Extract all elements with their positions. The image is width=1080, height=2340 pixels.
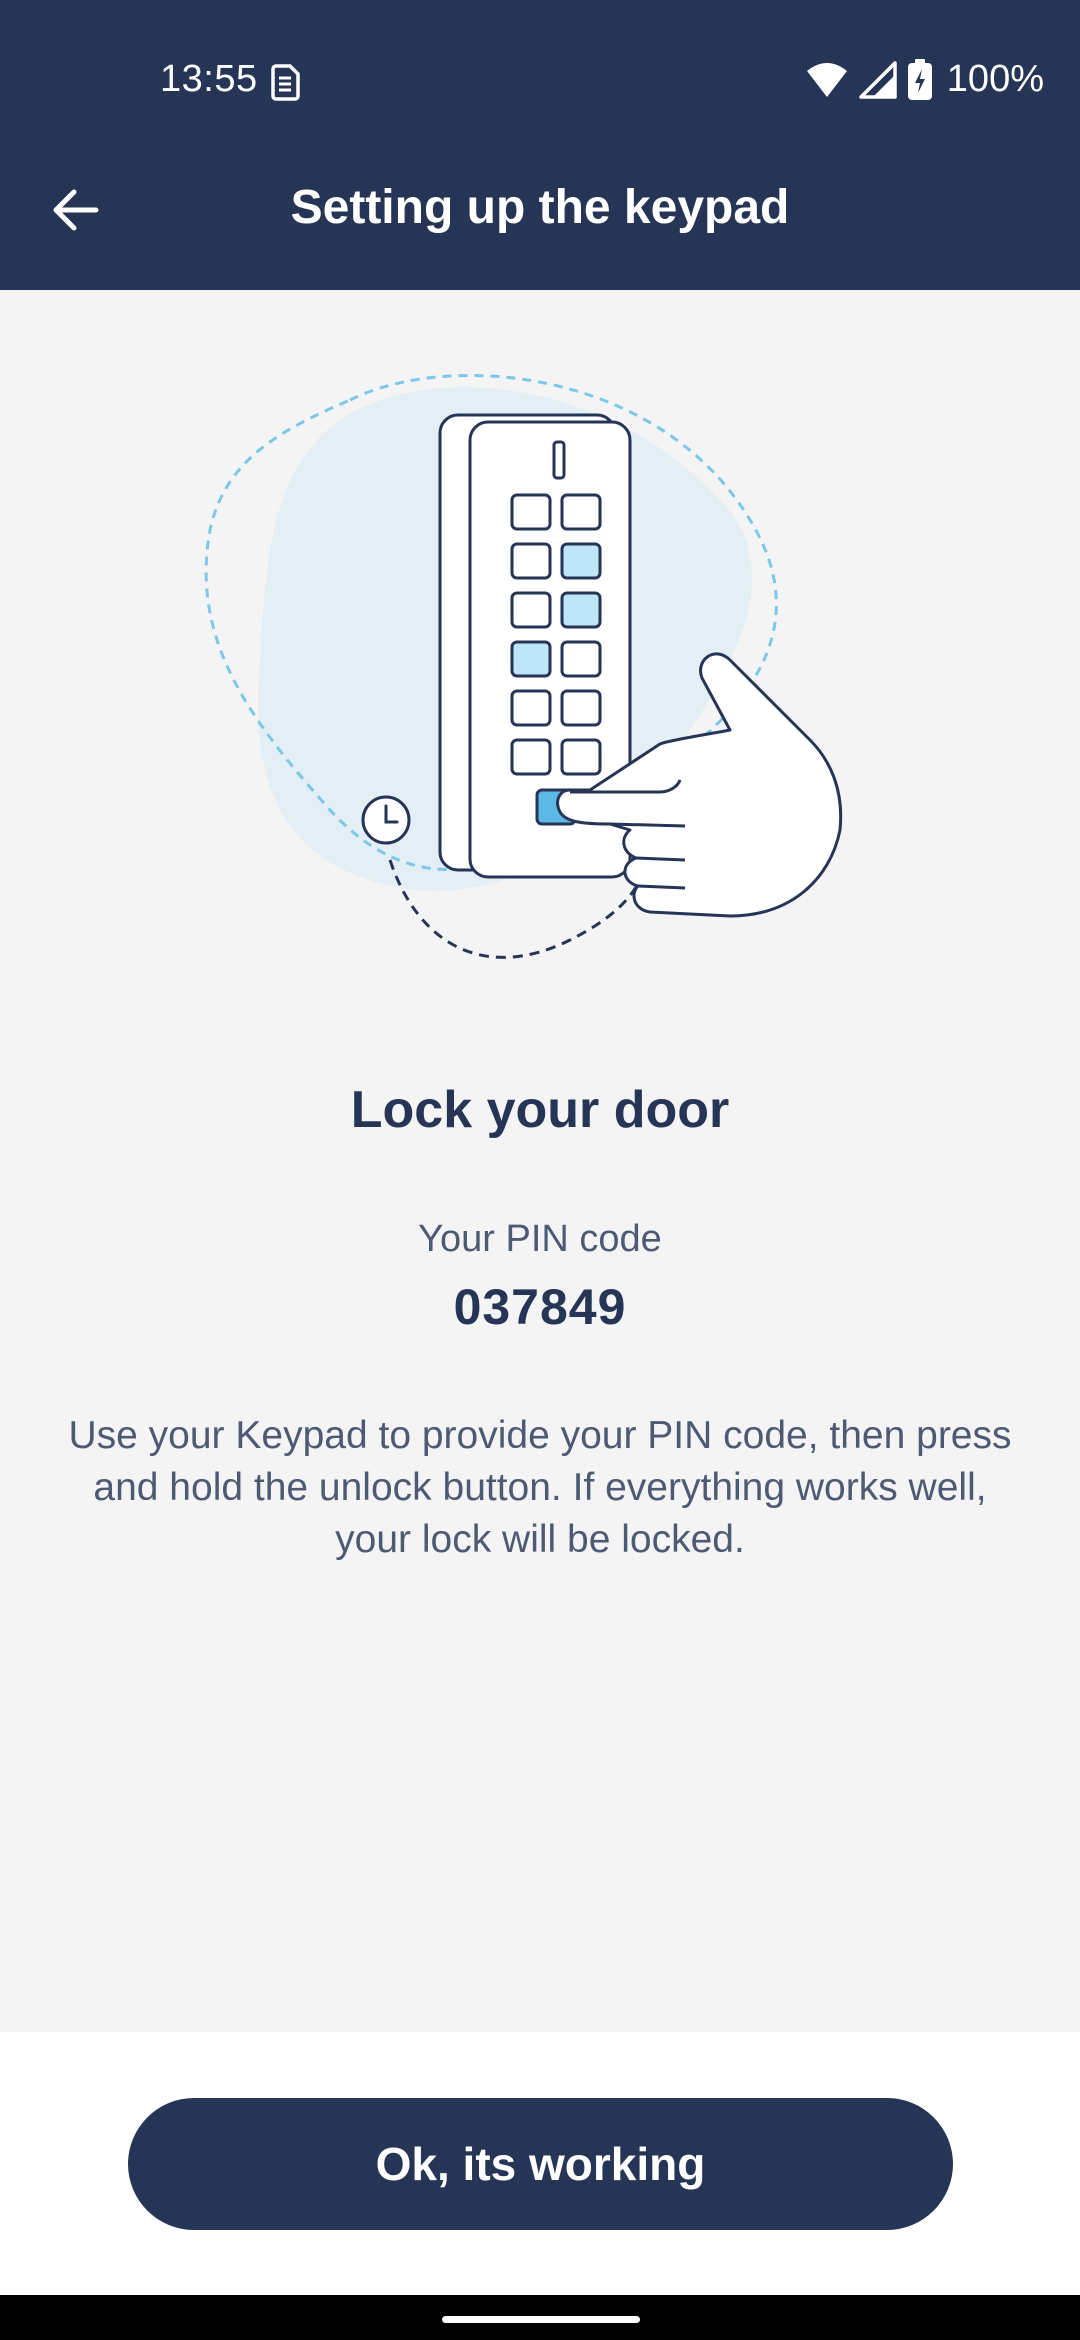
battery-charging-icon bbox=[907, 58, 932, 100]
status-icons: 100% bbox=[805, 58, 1044, 101]
clock-icon bbox=[361, 795, 411, 845]
instructions-text: Use your Keypad to provide your PIN code… bbox=[68, 1414, 1012, 1561]
home-indicator[interactable] bbox=[442, 2316, 640, 2323]
status-time: 13:55 bbox=[160, 58, 258, 100]
confirm-working-button[interactable]: Ok, its working bbox=[128, 2098, 953, 2230]
page-title: Setting up the keypad bbox=[290, 181, 790, 234]
keypad-slot bbox=[552, 440, 566, 480]
top-bar: 13:55 100% Setting up the keypad bbox=[0, 0, 1080, 290]
sim-icon bbox=[271, 64, 300, 101]
battery-percentage: 100% bbox=[946, 58, 1044, 100]
pin-label: Your PIN code bbox=[418, 1218, 662, 1260]
wifi-icon bbox=[806, 62, 847, 97]
pin-code: 037849 bbox=[453, 1279, 627, 1335]
screen: 13:55 100% Setting up the keypad Lock yo… bbox=[0, 0, 1080, 2340]
headline: Lock your door bbox=[350, 1081, 730, 1139]
signal-icon bbox=[859, 60, 897, 99]
keypad-hand-illustration bbox=[204, 373, 843, 959]
